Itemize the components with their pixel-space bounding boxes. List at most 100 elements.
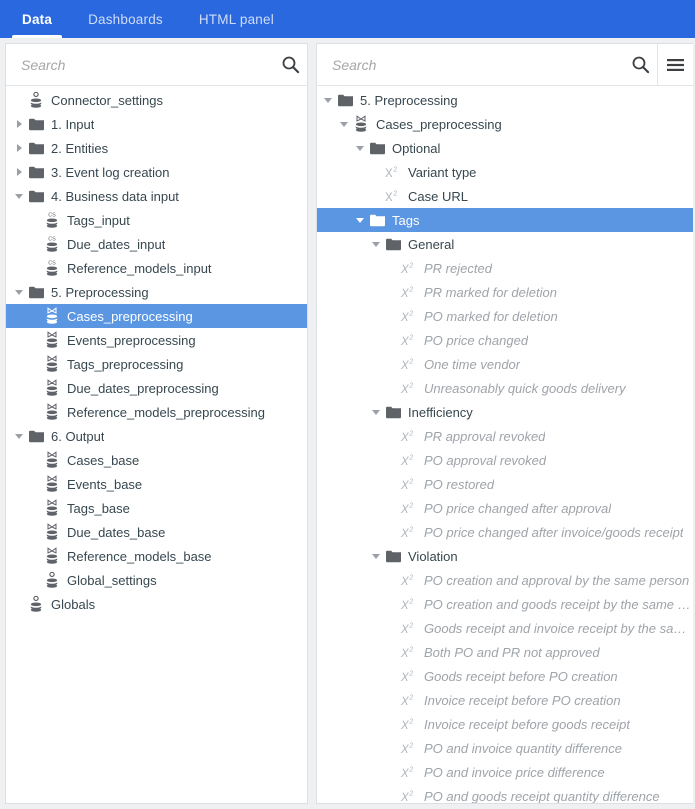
- chevron-down-icon[interactable]: [12, 184, 26, 208]
- folder-icon: [367, 210, 387, 230]
- tree-row[interactable]: X 2 Goods receipt and invoice receipt by t…: [317, 616, 693, 640]
- tree-row[interactable]: 4. Business data input: [6, 184, 307, 208]
- chevron-right-icon[interactable]: [12, 160, 26, 184]
- tree-row[interactable]: X 2 PO price changed after approval: [317, 496, 693, 520]
- tree-row[interactable]: X 2 PR rejected: [317, 256, 693, 280]
- left-searchbox[interactable]: [6, 44, 273, 85]
- tree-row[interactable]: X 2 Invoice receipt before goods receipt: [317, 712, 693, 736]
- right-tree[interactable]: 5. Preprocessing Cases_preprocessing Optio…: [317, 86, 693, 803]
- chevron-down-icon[interactable]: [12, 280, 26, 304]
- tree-row[interactable]: X 2 Invoice receipt before PO creation: [317, 688, 693, 712]
- tree-row-label: 2. Entities: [51, 140, 109, 156]
- tree-row[interactable]: Connector_settings: [6, 88, 307, 112]
- tab-html-panel[interactable]: HTML panel: [181, 0, 292, 38]
- svg-text:2: 2: [408, 478, 413, 485]
- right-searchbox[interactable]: [317, 44, 623, 85]
- chevron-down-icon[interactable]: [321, 88, 335, 112]
- formula-x2-icon: X2: [399, 282, 419, 302]
- tree-row[interactable]: Events_base: [6, 472, 307, 496]
- tree-row[interactable]: Tags_preprocessing: [6, 352, 307, 376]
- tree-row[interactable]: X 2 PR approval revoked: [317, 424, 693, 448]
- tree-row[interactable]: 6. Output: [6, 424, 307, 448]
- chevron-right-icon[interactable]: [12, 112, 26, 136]
- tree-row[interactable]: 2. Entities: [6, 136, 307, 160]
- tree-row[interactable]: Violation: [317, 544, 693, 568]
- tree-row[interactable]: 5. Preprocessing: [6, 280, 307, 304]
- tree-row[interactable]: X 2 PO and invoice price difference: [317, 760, 693, 784]
- chevron-down-icon[interactable]: [369, 400, 383, 424]
- tree-row[interactable]: X 2 PO creation and approval by the same p…: [317, 568, 693, 592]
- tab-label: HTML panel: [198, 11, 274, 27]
- tree-row[interactable]: Due_dates_base: [6, 520, 307, 544]
- left-tree[interactable]: Connector_settings 1. Input 2. Entities 3. …: [6, 86, 307, 803]
- tree-row[interactable]: CS Tags_input: [6, 208, 307, 232]
- search-input[interactable]: [330, 55, 613, 74]
- tree-row[interactable]: Events_preprocessing: [6, 328, 307, 352]
- chevron-down-icon[interactable]: [337, 112, 351, 136]
- tree-row[interactable]: General: [317, 232, 693, 256]
- tree-row[interactable]: X 2 PO creation and goods receipt by the s…: [317, 592, 693, 616]
- tree-row[interactable]: 3. Event log creation: [6, 160, 307, 184]
- tree-row[interactable]: X 2 Case URL: [317, 184, 693, 208]
- chevron-down-icon[interactable]: [369, 544, 383, 568]
- svg-text:2: 2: [408, 286, 413, 293]
- tree-row[interactable]: X 2 Unreasonably quick goods delivery: [317, 376, 693, 400]
- tree-row[interactable]: Reference_models_preprocessing: [6, 400, 307, 424]
- svg-text:2: 2: [408, 574, 413, 581]
- tree-row[interactable]: Globals: [6, 592, 307, 616]
- tree-row[interactable]: X 2 Both PO and PR not approved: [317, 640, 693, 664]
- tree-row[interactable]: Cases_base: [6, 448, 307, 472]
- tree-row[interactable]: X 2 PO and invoice quantity difference: [317, 736, 693, 760]
- tab-data[interactable]: Data: [4, 0, 70, 38]
- tree-row-label: PO approval revoked: [424, 452, 547, 468]
- formula-x2-icon: X2: [399, 474, 419, 494]
- tree-row[interactable]: Cases_preprocessing: [317, 112, 693, 136]
- tree-row[interactable]: Optional: [317, 136, 693, 160]
- tab-dashboards[interactable]: Dashboards: [70, 0, 181, 38]
- tree-row[interactable]: X 2 One time vendor: [317, 352, 693, 376]
- search-icon[interactable]: [623, 44, 657, 85]
- tree-row-label: Invoice receipt before PO creation: [424, 692, 621, 708]
- chevron-down-icon[interactable]: [12, 424, 26, 448]
- tree-row[interactable]: X 2 PO price changed: [317, 328, 693, 352]
- tree-row[interactable]: Due_dates_preprocessing: [6, 376, 307, 400]
- chevron-right-icon[interactable]: [12, 136, 26, 160]
- tree-row[interactable]: Reference_models_base: [6, 544, 307, 568]
- tree-row[interactable]: X 2 PO approval revoked: [317, 448, 693, 472]
- chevron-down-icon[interactable]: [369, 232, 383, 256]
- tree-row[interactable]: X 2 Variant type: [317, 160, 693, 184]
- tree-row[interactable]: 5. Preprocessing: [317, 88, 693, 112]
- chevron-down-icon[interactable]: [353, 136, 367, 160]
- tree-row[interactable]: 1. Input: [6, 112, 307, 136]
- search-input[interactable]: [19, 55, 263, 74]
- chevron-down-icon[interactable]: [353, 208, 367, 232]
- tree-row-label: Connector_settings: [51, 92, 164, 108]
- tree-row[interactable]: X 2 PR marked for deletion: [317, 280, 693, 304]
- tree-row[interactable]: X 2 Goods receipt before PO creation: [317, 664, 693, 688]
- caret-placeholder: [28, 232, 42, 256]
- tree-row[interactable]: Inefficiency: [317, 400, 693, 424]
- tree-row[interactable]: Cases_preprocessing: [6, 304, 307, 328]
- tree-row[interactable]: Tags: [317, 208, 693, 232]
- tree-row-label: One time vendor: [424, 356, 521, 372]
- tree-row[interactable]: CS Due_dates_input: [6, 232, 307, 256]
- tree-row[interactable]: X 2 PO restored: [317, 472, 693, 496]
- caret-placeholder: [385, 352, 399, 376]
- search-icon[interactable]: [273, 44, 307, 85]
- hamburger-menu-icon[interactable]: [657, 44, 693, 85]
- tree-row[interactable]: Tags_base: [6, 496, 307, 520]
- tree-row-label: Goods receipt and invoice receipt by the…: [424, 620, 693, 636]
- tree-row[interactable]: X 2 PO and goods receipt quantity differen…: [317, 784, 693, 804]
- tree-row[interactable]: X 2 PO marked for deletion: [317, 304, 693, 328]
- tree-row[interactable]: Global_settings: [6, 568, 307, 592]
- tree-row[interactable]: X 2 PO price changed after invoice/goods r…: [317, 520, 693, 544]
- tree-row[interactable]: CS Reference_models_input: [6, 256, 307, 280]
